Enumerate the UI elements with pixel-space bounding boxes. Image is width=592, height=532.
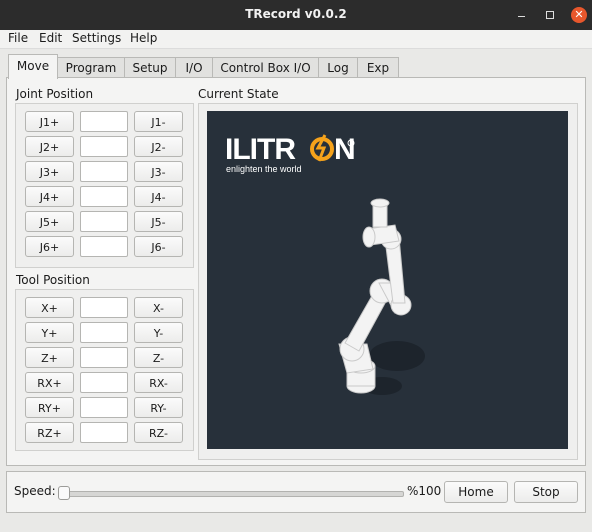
tool-position-plus-button[interactable]: RX+ (25, 372, 74, 393)
title-bar: TRecord v0.0.2 ✕ (0, 0, 592, 30)
window-title: TRecord v0.0.2 (245, 7, 347, 21)
speed-value: %100 (407, 484, 442, 498)
joint-position-plus-button[interactable]: J1+ (25, 111, 74, 132)
joint-position-plus-button[interactable]: J4+ (25, 186, 74, 207)
tool-position-plus-button[interactable]: Y+ (25, 322, 74, 343)
joint-position-minus-button[interactable]: J1- (134, 111, 183, 132)
logo-tagline: enlighten the world (226, 164, 302, 174)
robot-scene: ILITR N enlighten the world (225, 133, 425, 395)
tool-position-plus-button[interactable]: X+ (25, 297, 74, 318)
menu-file[interactable]: File (8, 31, 28, 45)
joint-position-value-field[interactable] (80, 111, 128, 132)
stop-button[interactable]: Stop (514, 481, 578, 503)
current-state-title: Current State (198, 87, 279, 101)
joint-position-plus-button[interactable]: J6+ (25, 236, 74, 257)
tab-move[interactable]: Move (8, 54, 58, 79)
joint-position-minus-button[interactable]: J6- (134, 236, 183, 257)
joint-position-value-field[interactable] (80, 236, 128, 257)
home-button[interactable]: Home (444, 481, 508, 503)
tab-control-box-io[interactable]: Control Box I/O (212, 57, 319, 78)
tool-position-minus-button[interactable]: RX- (134, 372, 183, 393)
joint-position-plus-button[interactable]: J5+ (25, 211, 74, 232)
joint-position-plus-button[interactable]: J2+ (25, 136, 74, 157)
close-button[interactable]: ✕ (571, 7, 587, 23)
tool-position-minus-button[interactable]: RZ- (134, 422, 183, 443)
tab-log[interactable]: Log (318, 57, 358, 78)
tool-position-plus-button[interactable]: Z+ (25, 347, 74, 368)
tool-position-title: Tool Position (16, 273, 90, 287)
tool-position-plus-button[interactable]: RZ+ (25, 422, 74, 443)
tool-position-minus-button[interactable]: X- (134, 297, 183, 318)
minimize-button[interactable] (515, 8, 529, 22)
joint-position-value-field[interactable] (80, 211, 128, 232)
menu-edit[interactable]: Edit (39, 31, 62, 45)
tool-position-minus-button[interactable]: RY- (134, 397, 183, 418)
tab-setup[interactable]: Setup (124, 57, 176, 78)
tool-position-minus-button[interactable]: Y- (134, 322, 183, 343)
tab-program[interactable]: Program (57, 57, 125, 78)
tab-io[interactable]: I/O (175, 57, 213, 78)
menu-bar: File Edit Settings Help (0, 30, 592, 49)
svg-text:ILITR: ILITR (225, 133, 296, 166)
joint-position-minus-button[interactable]: J2- (134, 136, 183, 157)
joint-position-value-field[interactable] (80, 136, 128, 157)
joint-position-plus-button[interactable]: J3+ (25, 161, 74, 182)
tool-position-value-field[interactable] (80, 422, 128, 443)
speed-slider-track[interactable] (62, 491, 404, 497)
joint-position-minus-button[interactable]: J4- (134, 186, 183, 207)
tool-position-value-field[interactable] (80, 322, 128, 343)
joint-position-value-field[interactable] (80, 161, 128, 182)
tool-position-value-field[interactable] (80, 372, 128, 393)
menu-help[interactable]: Help (130, 31, 157, 45)
tool-position-minus-button[interactable]: Z- (134, 347, 183, 368)
maximize-button[interactable] (543, 8, 557, 22)
speed-label: Speed: (14, 484, 56, 498)
joint-position-value-field[interactable] (80, 186, 128, 207)
tool-position-value-field[interactable] (80, 397, 128, 418)
tool-position-plus-button[interactable]: RY+ (25, 397, 74, 418)
speed-slider-handle[interactable] (58, 486, 70, 500)
tab-exp[interactable]: Exp (357, 57, 399, 78)
tool-position-value-field[interactable] (80, 297, 128, 318)
joint-position-minus-button[interactable]: J5- (134, 211, 183, 232)
joint-position-title: Joint Position (16, 87, 94, 101)
ilitron-logo: ILITR N enlighten the world (225, 133, 356, 174)
svg-text:N: N (334, 133, 356, 166)
tool-position-value-field[interactable] (80, 347, 128, 368)
joint-position-minus-button[interactable]: J3- (134, 161, 183, 182)
menu-settings[interactable]: Settings (72, 31, 121, 45)
robot-3d-viewer[interactable]: ILITR N enlighten the world (207, 111, 568, 449)
